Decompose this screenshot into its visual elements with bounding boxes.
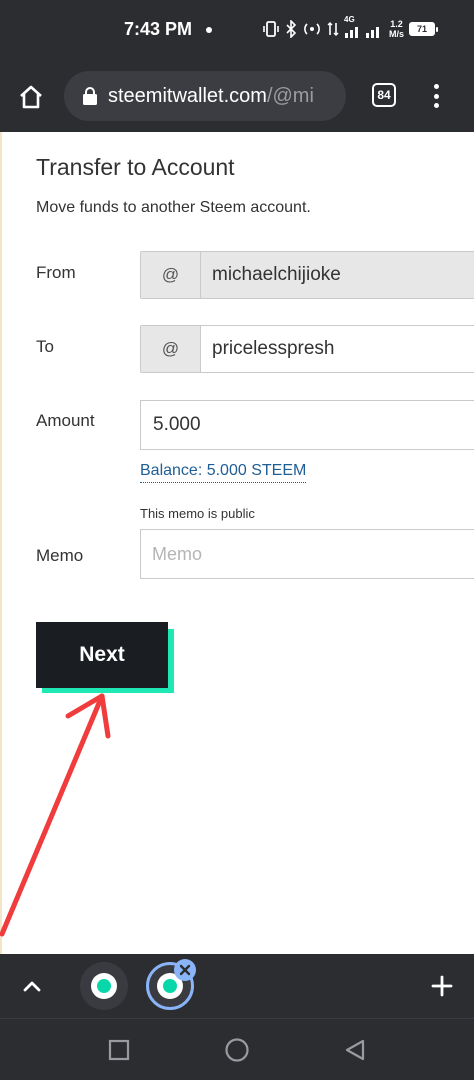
memo-label: Memo	[36, 546, 84, 565]
url-text: steemitwallet.com/@mi	[108, 85, 314, 108]
home-icon	[20, 85, 42, 109]
recent-apps-button[interactable]	[106, 1037, 132, 1063]
back-triangle-icon	[345, 1039, 365, 1061]
page-title: Transfer to Account	[36, 154, 235, 180]
net-speed-value: 1.2	[390, 19, 403, 29]
transfer-form-page: Transfer to Account Move funds to anothe…	[0, 132, 474, 954]
annotation-arrow	[0, 693, 111, 937]
from-value: michaelchijioke	[201, 252, 474, 298]
to-label: To	[36, 337, 54, 356]
plus-icon[interactable]	[428, 972, 456, 1000]
tab-count: 84	[377, 88, 391, 102]
page-subtitle: Move funds to another Steem account.	[36, 199, 311, 216]
memo-public-note: This memo is public	[140, 506, 255, 521]
tab-thumbnail[interactable]	[80, 962, 128, 1010]
steemit-favicon-icon	[91, 973, 117, 999]
square-icon	[108, 1039, 130, 1061]
circle-icon	[225, 1038, 249, 1062]
browser-toolbar: steemitwallet.com/@mi 84	[0, 60, 474, 132]
to-input[interactable]: pricelesspresh	[201, 326, 474, 372]
net-speed-unit: M/s	[389, 29, 405, 39]
balance-link[interactable]: Balance: 5.000 STEEM	[140, 462, 307, 483]
battery-icon: 71	[409, 22, 439, 36]
vibrate-icon	[263, 21, 279, 37]
chevron-up-icon[interactable]	[18, 972, 46, 1000]
tab-strip	[0, 954, 474, 1018]
signal-strength-icon: 4G	[344, 15, 384, 39]
next-button[interactable]: Next	[36, 622, 168, 688]
network-speed: 1.2 M/s	[389, 19, 404, 39]
from-at-prefix: @	[141, 252, 201, 298]
address-bar[interactable]: steemitwallet.com/@mi	[64, 71, 346, 121]
to-field[interactable]: @ pricelesspresh	[140, 325, 474, 373]
status-bar: 7:43 PM 4G 1.2 M/s 71	[0, 0, 474, 60]
status-time: 7:43 PM	[124, 19, 193, 39]
tab-switcher-button[interactable]: 84	[372, 83, 396, 107]
more-vert-icon[interactable]	[426, 82, 446, 110]
system-nav-bar	[0, 1018, 474, 1080]
battery-level: 71	[417, 24, 428, 34]
back-button[interactable]	[342, 1037, 368, 1063]
notification-dot-icon	[206, 27, 212, 33]
url-path: /@mi	[266, 84, 314, 107]
close-icon[interactable]	[174, 959, 196, 981]
from-label: From	[36, 263, 76, 282]
home-button[interactable]	[16, 82, 46, 112]
status-icons: 4G 1.2 M/s 71	[262, 14, 439, 44]
bluetooth-icon	[286, 20, 297, 38]
to-at-prefix: @	[141, 326, 201, 372]
home-nav-button[interactable]	[224, 1037, 250, 1063]
url-domain: steemitwallet.com	[108, 84, 267, 107]
from-field: @ michaelchijioke	[140, 251, 474, 299]
data-transfer-icon	[327, 22, 339, 36]
hotspot-icon	[304, 23, 320, 35]
lock-icon	[83, 87, 97, 105]
amount-label: Amount	[36, 411, 95, 430]
memo-input[interactable]: Memo	[140, 529, 474, 579]
amount-input[interactable]: 5.000	[140, 400, 474, 450]
